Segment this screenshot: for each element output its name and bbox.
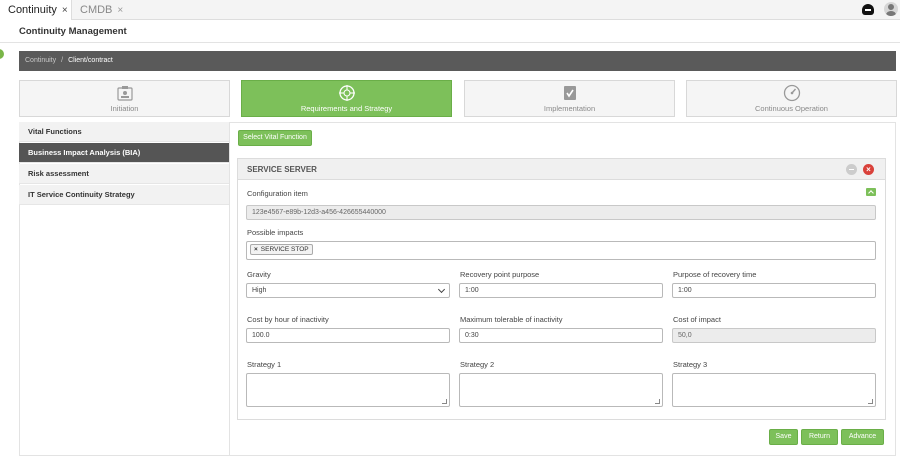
select-vital-function-button[interactable]: Select Vital Function bbox=[238, 130, 312, 146]
strategy2-label: Strategy 2 bbox=[460, 360, 495, 369]
step-initiation[interactable]: Initiation bbox=[19, 80, 230, 117]
step-label: Requirements and Strategy bbox=[300, 104, 393, 113]
resize-handle-icon[interactable] bbox=[868, 399, 873, 404]
tab-label: Continuity bbox=[8, 4, 57, 16]
breadcrumb-root[interactable]: Continuity bbox=[25, 57, 56, 64]
impact-tag-label: SERVICE STOP bbox=[260, 246, 309, 253]
close-icon[interactable]: × bbox=[62, 5, 68, 16]
save-button[interactable]: Save bbox=[769, 429, 798, 445]
chevron-down-icon bbox=[437, 285, 446, 294]
rpo-input[interactable]: 1:00 bbox=[459, 283, 663, 298]
nav-item-it-service-continuity[interactable]: IT Service Continuity Strategy bbox=[19, 185, 229, 205]
nav-item-vital-functions[interactable]: Vital Functions bbox=[19, 122, 229, 142]
rto-input[interactable]: 1:00 bbox=[672, 283, 876, 298]
nav-item-risk-assessment[interactable]: Risk assessment bbox=[19, 164, 229, 184]
strategy2-textarea[interactable] bbox=[459, 373, 663, 407]
step-label: Initiation bbox=[110, 104, 139, 113]
left-nav: Vital Functions Business Impact Analysis… bbox=[19, 122, 230, 456]
cost-impact-label: Cost of impact bbox=[673, 315, 721, 324]
cost-hour-input[interactable]: 100.0 bbox=[246, 328, 450, 343]
panel-header: SERVICE SERVER × bbox=[238, 159, 885, 180]
gravity-label: Gravity bbox=[247, 270, 271, 279]
tab-cmdb[interactable]: CMDB × bbox=[72, 0, 131, 20]
gravity-select[interactable]: High bbox=[246, 283, 450, 298]
config-item-field: 123e4567-e89b-12d3-a456-426655440000 bbox=[246, 205, 876, 220]
minimize-icon[interactable] bbox=[846, 164, 857, 175]
nav-item-bia[interactable]: Business Impact Analysis (BIA) bbox=[19, 143, 229, 163]
divider bbox=[0, 42, 900, 43]
close-icon[interactable]: × bbox=[863, 164, 874, 175]
tab-continuity[interactable]: Continuity × bbox=[0, 0, 72, 20]
config-item-label: Configuration item bbox=[247, 189, 308, 198]
checklist-icon bbox=[563, 86, 576, 100]
top-tab-bar: Continuity × CMDB × bbox=[0, 0, 900, 20]
advance-button[interactable]: Advance bbox=[841, 429, 884, 445]
strategy3-label: Strategy 3 bbox=[673, 360, 708, 369]
step-implementation[interactable]: Implementation bbox=[464, 80, 675, 117]
mti-label: Maximum tolerable of inactivity bbox=[460, 315, 563, 324]
step-label: Continuous Operation bbox=[755, 104, 828, 113]
resize-handle-icon[interactable] bbox=[442, 399, 447, 404]
tab-label: CMDB bbox=[80, 4, 113, 16]
step-label: Implementation bbox=[543, 104, 596, 113]
breadcrumb: Continuity / Client/contract bbox=[19, 51, 896, 71]
strategy1-textarea[interactable] bbox=[246, 373, 450, 407]
remove-tag-icon[interactable]: × bbox=[254, 246, 258, 253]
page-title: Continuity Management bbox=[19, 26, 127, 37]
strategy1-label: Strategy 1 bbox=[247, 360, 282, 369]
cloud-icon[interactable] bbox=[862, 4, 874, 15]
crosshair-icon bbox=[338, 85, 355, 101]
step-continuous-operation[interactable]: Continuous Operation bbox=[686, 80, 897, 117]
side-handle[interactable] bbox=[0, 49, 4, 59]
close-icon[interactable]: × bbox=[117, 5, 123, 16]
mti-input[interactable]: 0:30 bbox=[459, 328, 663, 343]
rto-label: Purpose of recovery time bbox=[673, 270, 757, 279]
strategy3-textarea[interactable] bbox=[672, 373, 876, 407]
breadcrumb-separator: / bbox=[61, 57, 64, 64]
avatar[interactable] bbox=[884, 2, 898, 16]
cost-hour-label: Cost by hour of inactivity bbox=[247, 315, 329, 324]
return-button[interactable]: Return bbox=[801, 429, 838, 445]
resize-handle-icon[interactable] bbox=[655, 399, 660, 404]
impacts-label: Possible impacts bbox=[247, 228, 304, 237]
cost-impact-field: 50,0 bbox=[672, 328, 876, 343]
panel-title: SERVICE SERVER bbox=[247, 165, 317, 174]
gravity-value: High bbox=[252, 287, 267, 294]
gauge-icon bbox=[783, 84, 800, 102]
clipboard-icon bbox=[116, 86, 133, 101]
chevron-up-icon[interactable] bbox=[866, 188, 876, 196]
breadcrumb-current: Client/contract bbox=[68, 57, 113, 64]
rpo-label: Recovery point purpose bbox=[460, 270, 540, 279]
service-panel: SERVICE SERVER × Configuration item 123e… bbox=[237, 158, 886, 420]
step-requirements-strategy[interactable]: Requirements and Strategy bbox=[241, 80, 452, 117]
impact-tag: × SERVICE STOP bbox=[250, 244, 313, 255]
impacts-field[interactable]: × SERVICE STOP bbox=[246, 241, 876, 260]
